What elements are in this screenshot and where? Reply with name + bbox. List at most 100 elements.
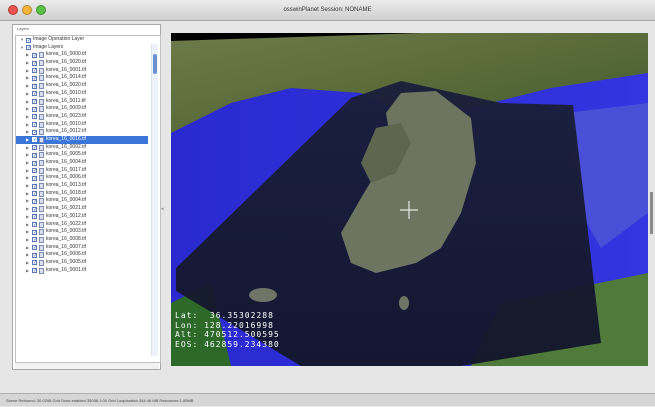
layer-visibility-checkbox[interactable]: ✓ <box>32 52 37 58</box>
disclosure-closed-icon[interactable]: ▶ <box>26 251 29 259</box>
disclosure-closed-icon[interactable]: ▶ <box>26 221 29 229</box>
layer-visibility-checkbox[interactable]: ✓ <box>32 191 37 197</box>
layer-visibility-checkbox[interactable]: ✓ <box>32 214 37 220</box>
scrollbar-thumb[interactable] <box>153 54 157 74</box>
layer-visibility-checkbox[interactable]: ✓ <box>32 168 37 174</box>
layer-visibility-checkbox[interactable]: ✓ <box>32 122 37 128</box>
tree-item-layer[interactable]: ▶ ✓ korea_16_0006.tif <box>16 251 148 259</box>
tree-item-layer[interactable]: ▶ ✓ korea_16_0001.tif <box>16 67 148 75</box>
tree-item-layer[interactable]: ▶ ✓ korea_16_0000.tif <box>16 51 148 59</box>
disclosure-closed-icon[interactable]: ▶ <box>26 205 29 213</box>
tree-item-layer[interactable]: ▶ ✓ korea_16_0005.tif <box>16 259 148 267</box>
layer-visibility-checkbox[interactable]: ✓ <box>32 198 37 204</box>
disclosure-closed-icon[interactable]: ▶ <box>26 244 29 252</box>
layer-visibility-checkbox[interactable]: ✓ <box>32 83 37 89</box>
tree-item-layer[interactable]: ▶ ✓ korea_16_0004.tif <box>16 197 148 205</box>
tree-item-layer[interactable]: ▶ ✓ korea_16_0023.tif <box>16 113 148 121</box>
disclosure-closed-icon[interactable]: ▶ <box>26 182 29 190</box>
tree-item-layer[interactable]: ▶ ✓ korea_16_0011.tif <box>16 98 148 106</box>
layer-visibility-checkbox[interactable]: ✓ <box>32 252 37 258</box>
layer-visibility-checkbox[interactable]: ✓ <box>32 160 37 166</box>
layer-visibility-checkbox[interactable]: ✓ <box>32 268 37 274</box>
tree-item-layer[interactable]: ▶ ✓ korea_16_0018.tif <box>16 190 148 198</box>
layer-visibility-checkbox[interactable]: ✓ <box>32 114 37 120</box>
disclosure-closed-icon[interactable]: ▶ <box>26 159 29 167</box>
disclosure-closed-icon[interactable]: ▶ <box>26 82 29 90</box>
disclosure-closed-icon[interactable]: ▶ <box>26 174 29 182</box>
tree-item-image-operation-layer[interactable]: ▼ ✓ Image Operation Layer <box>16 36 148 44</box>
tree-item-layer[interactable]: ▶ ✓ korea_16_0014.tif <box>16 74 148 82</box>
tree-item-layer[interactable]: ▶ ✓ korea_16_0016.tif <box>16 135 148 144</box>
layer-visibility-checkbox[interactable]: ✓ <box>32 137 37 143</box>
tree-item-layer[interactable]: ▶ ✓ korea_16_0020.tif <box>16 59 148 67</box>
tree-item-layer[interactable]: ▶ ✓ korea_16_0013.tif <box>16 182 148 190</box>
tree-item-layer[interactable]: ▶ ✓ korea_16_0006.tif <box>16 174 148 182</box>
disclosure-closed-icon[interactable]: ▶ <box>26 228 29 236</box>
tree-item-layer[interactable]: ▶ ✓ korea_16_0012.tif <box>16 213 148 221</box>
globe-viewport[interactable]: Lat: 36.35302288 Lon: 128.22016998 Alt: … <box>171 33 648 366</box>
disclosure-closed-icon[interactable]: ▶ <box>26 59 29 67</box>
layer-visibility-checkbox[interactable]: ✓ <box>32 260 37 266</box>
layer-visibility-checkbox[interactable]: ✓ <box>32 175 37 181</box>
tree-item-layer[interactable]: ▶ ✓ korea_16_0001.tif <box>16 267 148 275</box>
layer-visibility-checkbox[interactable]: ✓ <box>32 68 37 74</box>
layer-file-icon <box>39 190 44 197</box>
disclosure-closed-icon[interactable]: ▶ <box>26 190 29 198</box>
disclosure-closed-icon[interactable]: ▶ <box>26 259 29 267</box>
disclosure-open-icon[interactable]: ▼ <box>20 36 24 44</box>
tree-item-layer[interactable]: ▶ ✓ korea_16_0010.tif <box>16 121 148 129</box>
layer-visibility-checkbox[interactable]: ✓ <box>32 75 37 81</box>
disclosure-closed-icon[interactable]: ▶ <box>26 74 29 82</box>
tree-item-layer[interactable]: ▶ ✓ korea_16_0012.tif <box>16 128 148 136</box>
tree-item-layer[interactable]: ▶ ✓ korea_16_0007.tif <box>16 244 148 252</box>
layer-visibility-checkbox[interactable]: ✓ <box>32 245 37 251</box>
tree-item-layer[interactable]: ▶ ✓ korea_16_0020.tif <box>16 82 148 90</box>
layer-visibility-checkbox[interactable]: ✓ <box>32 237 37 243</box>
layer-visibility-checkbox[interactable]: ✓ <box>32 229 37 235</box>
disclosure-closed-icon[interactable]: ▶ <box>26 236 29 244</box>
layer-tree-scrollbar[interactable] <box>151 44 158 356</box>
tree-item-layer[interactable]: ▶ ✓ korea_16_0010.tif <box>16 90 148 98</box>
layer-visibility-checkbox[interactable]: ✓ <box>32 91 37 97</box>
disclosure-closed-icon[interactable]: ▶ <box>26 121 29 129</box>
tree-item-layer[interactable]: ▶ ✓ korea_16_0005.tif <box>16 151 148 159</box>
disclosure-closed-icon[interactable]: ▶ <box>26 113 29 121</box>
disclosure-closed-icon[interactable]: ▶ <box>26 136 29 144</box>
tree-item-image-layers[interactable]: ▼ ✓ Image Layers <box>16 44 148 52</box>
layer-visibility-checkbox[interactable]: ✓ <box>32 152 37 158</box>
disclosure-closed-icon[interactable]: ▶ <box>26 213 29 221</box>
disclosure-closed-icon[interactable]: ▶ <box>26 67 29 75</box>
disclosure-closed-icon[interactable]: ▶ <box>26 197 29 205</box>
disclosure-closed-icon[interactable]: ▶ <box>26 144 29 152</box>
layer-visibility-checkbox[interactable]: ✓ <box>32 99 37 104</box>
disclosure-closed-icon[interactable]: ▶ <box>26 151 29 159</box>
splitter-handle[interactable]: ◂ <box>161 206 164 212</box>
layer-visibility-checkbox[interactable]: ✓ <box>32 222 37 227</box>
tree-item-layer[interactable]: ▶ ✓ korea_16_0008.tif <box>16 236 148 244</box>
tree-item-layer[interactable]: ▶ ✓ korea_16_0003.tif <box>16 228 148 236</box>
disclosure-closed-icon[interactable]: ▶ <box>26 267 29 275</box>
layer-visibility-checkbox[interactable]: ✓ <box>32 183 37 189</box>
layer-visibility-checkbox[interactable]: ✓ <box>32 206 37 212</box>
layer-visibility-checkbox[interactable]: ✓ <box>32 106 37 112</box>
disclosure-closed-icon[interactable]: ▶ <box>26 51 29 59</box>
disclosure-closed-icon[interactable]: ▶ <box>26 167 29 175</box>
disclosure-closed-icon[interactable]: ▶ <box>26 98 29 106</box>
layer-visibility-checkbox[interactable]: ✓ <box>32 145 37 151</box>
layer-visibility-checkbox[interactable]: ✓ <box>26 45 31 51</box>
disclosure-closed-icon[interactable]: ▶ <box>26 90 29 98</box>
layer-visibility-checkbox[interactable]: ✓ <box>32 60 37 66</box>
layer-tree[interactable]: ▼ ✓ Image Operation Layer ▼ ✓ Image Layers ▶ ✓ k… <box>15 35 161 363</box>
tree-item-layer[interactable]: ▶ ✓ korea_16_0022.tif <box>16 221 148 229</box>
tree-item-layer[interactable]: ▶ ✓ korea_16_0002.tif <box>16 144 148 152</box>
right-dock-handle[interactable] <box>650 192 653 234</box>
tree-item-layer[interactable]: ▶ ✓ korea_16_0004.tif <box>16 159 148 167</box>
layer-visibility-checkbox[interactable]: ✓ <box>26 37 31 43</box>
layer-visibility-checkbox[interactable]: ✓ <box>32 129 37 135</box>
disclosure-closed-icon[interactable]: ▶ <box>26 128 29 136</box>
tree-item-layer[interactable]: ▶ ✓ korea_16_0017.tif <box>16 167 148 175</box>
tree-item-layer[interactable]: ▶ ✓ korea_16_0009.tif <box>16 105 148 113</box>
disclosure-closed-icon[interactable]: ▶ <box>26 105 29 113</box>
tree-item-layer[interactable]: ▶ ✓ korea_16_0021.tif <box>16 205 148 213</box>
disclosure-open-icon[interactable]: ▼ <box>20 44 24 52</box>
